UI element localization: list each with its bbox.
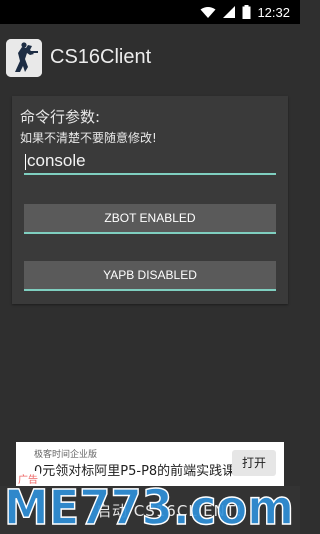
counter-strike-logo-icon [6,39,42,77]
watermark-logo: ME773.com [4,482,295,532]
ad-source: 极客时间企业版 [34,450,98,460]
status-bar: 12:32 [0,0,300,24]
settings-panel: 命令行参数: 如果不清楚不要随意修改! console ZBOT ENABLED… [12,96,288,304]
signal-icon [223,5,236,18]
ad-banner[interactable]: 极客时间企业版 0元领对标阿里P5-P8的前端实践课 打开 广告 [16,442,284,486]
app-bar: CS16Client [0,24,300,82]
warning-label: 如果不清楚不要随意修改! [20,131,157,145]
wifi-icon [200,6,216,18]
command-args-label: 命令行参数: [20,108,101,126]
command-line-value: console [27,151,86,170]
text-caret [25,154,26,170]
zbot-toggle-button[interactable]: ZBOT ENABLED [24,204,276,234]
command-line-input[interactable]: console [24,149,276,175]
yapb-toggle-button[interactable]: YAPB DISABLED [24,261,276,291]
app-title: CS16Client [50,46,152,68]
status-time: 12:32 [257,4,290,20]
ad-text[interactable]: 0元领对标阿里P5-P8的前端实践课 [34,460,235,479]
svg-text:ME773.com: ME773.com [4,482,294,532]
battery-icon [242,5,251,19]
ad-open-button[interactable]: 打开 [232,450,276,476]
status-icons: 12:32 [200,3,290,21]
